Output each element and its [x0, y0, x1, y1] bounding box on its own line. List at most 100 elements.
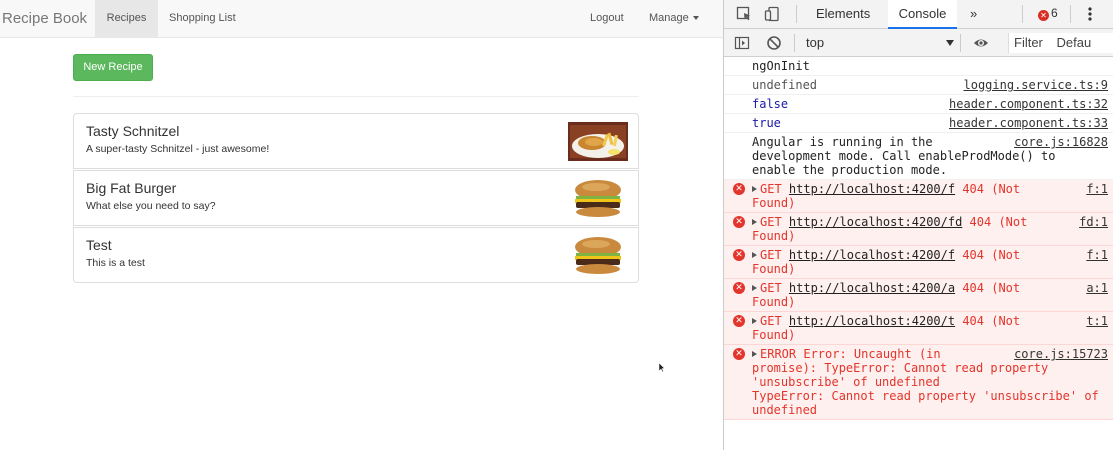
- request-url-link[interactable]: http://localhost:4200/fd: [789, 215, 962, 229]
- console-error-message: ✕ GET http://localhost:4200/f 404 (Not Fo…: [724, 246, 1113, 279]
- toolbar-divider: [1070, 5, 1071, 23]
- console-output[interactable]: ngOnInit undefined logging.service.ts:9 fal…: [724, 57, 1113, 450]
- request-url-link[interactable]: http://localhost:4200/f: [789, 182, 955, 196]
- show-sidebar-icon[interactable]: [734, 35, 750, 51]
- device-toolbar-icon[interactable]: [764, 6, 780, 22]
- kebab-menu-icon[interactable]: [1088, 6, 1092, 22]
- console-error-message: ✕ GET http://localhost:4200/t 404 (Not Fo…: [724, 312, 1113, 345]
- console-message-text: GET http://localhost:4200/f 404 (Not Fou…: [752, 248, 1108, 276]
- more-tabs-button[interactable]: »: [970, 0, 977, 29]
- console-message-text: GET http://localhost:4200/a 404 (Not Fou…: [752, 281, 1108, 309]
- devtools-panel: Elements Console » ✕ 6 top Filter Defau …: [723, 0, 1113, 450]
- console-message-text: GET http://localhost:4200/fd 404 (Not Fo…: [752, 215, 1108, 243]
- context-select[interactable]: top: [806, 35, 954, 51]
- source-link[interactable]: a:1: [1086, 281, 1108, 295]
- expand-triangle-icon[interactable]: [752, 186, 757, 192]
- toolbar-divider: [794, 34, 795, 52]
- console-log-message: true header.component.ts:33: [724, 114, 1113, 133]
- divider: [73, 96, 639, 97]
- brand[interactable]: Recipe Book: [2, 10, 87, 27]
- expand-triangle-icon[interactable]: [752, 252, 757, 258]
- new-recipe-button[interactable]: New Recipe: [73, 54, 153, 81]
- toolbar-divider: [796, 5, 797, 23]
- console-error-message: ✕ GET http://localhost:4200/a 404 (Not Fo…: [724, 279, 1113, 312]
- request-url-link[interactable]: http://localhost:4200/a: [789, 281, 955, 295]
- expand-triangle-icon[interactable]: [752, 219, 757, 225]
- expand-triangle-icon[interactable]: [752, 318, 757, 324]
- recipe-item[interactable]: Big Fat Burger What else you need to say…: [73, 170, 639, 226]
- nav-manage-label: Manage: [649, 12, 689, 24]
- console-log-message: Angular is running in the development mo…: [724, 133, 1113, 180]
- filter-input[interactable]: Filter Defau: [1008, 33, 1113, 53]
- error-count: 6: [1051, 6, 1058, 20]
- console-message-text: GET http://localhost:4200/t 404 (Not Fou…: [752, 314, 1108, 342]
- caret-down-icon: [692, 16, 699, 21]
- console-log-message: undefined logging.service.ts:9: [724, 76, 1113, 95]
- recipe-description: What else you need to say?: [86, 200, 216, 212]
- error-icon: ✕: [733, 282, 745, 294]
- recipe-title: Tasty Schnitzel: [86, 123, 180, 139]
- nav-shopping-list[interactable]: Shopping List: [169, 0, 236, 37]
- nav-logout[interactable]: Logout: [590, 0, 624, 37]
- source-link[interactable]: core.js:15723: [1014, 347, 1108, 361]
- expand-triangle-icon[interactable]: [752, 285, 757, 291]
- eye-icon[interactable]: [973, 35, 989, 51]
- toolbar-divider: [960, 34, 961, 52]
- console-log-message: false header.component.ts:32: [724, 95, 1113, 114]
- source-link[interactable]: logging.service.ts:9: [964, 78, 1109, 92]
- navbar: Recipe Book Recipes Shopping List Logout…: [0, 0, 723, 38]
- recipe-item[interactable]: Tasty Schnitzel A super-tasty Schnitzel …: [73, 113, 639, 169]
- console-error-message: ✕ GET http://localhost:4200/f 404 (Not Fo…: [724, 180, 1113, 213]
- console-log-message: ngOnInit: [724, 57, 1113, 76]
- devtools-tabbar: Elements Console » ✕ 6: [724, 0, 1113, 29]
- error-icon: ✕: [733, 216, 745, 228]
- app-viewport: Recipe Book Recipes Shopping List Logout…: [0, 0, 723, 450]
- console-toolbar: top Filter Defau: [724, 29, 1113, 57]
- nav-recipes[interactable]: Recipes: [95, 0, 158, 37]
- tab-elements[interactable]: Elements: [816, 0, 870, 29]
- recipe-description: This is a test: [86, 257, 145, 269]
- error-count-badge[interactable]: ✕ 6: [1038, 6, 1058, 22]
- burger-image: [575, 237, 621, 274]
- recipe-description: A super-tasty Schnitzel - just awesome!: [86, 143, 270, 155]
- recipe-title: Test: [86, 237, 112, 253]
- error-icon: ✕: [733, 183, 745, 195]
- error-icon: ✕: [733, 348, 745, 360]
- inspect-element-icon[interactable]: [736, 6, 752, 22]
- source-link[interactable]: f:1: [1086, 182, 1108, 196]
- source-link[interactable]: header.component.ts:33: [949, 116, 1108, 130]
- source-link[interactable]: t:1: [1086, 314, 1108, 328]
- burger-image: [575, 180, 621, 217]
- log-levels-select[interactable]: Defau: [1057, 35, 1092, 50]
- recipe-item[interactable]: Test This is a test: [73, 227, 639, 283]
- tab-console[interactable]: Console: [888, 0, 957, 29]
- context-value: top: [806, 35, 825, 50]
- error-icon: ✕: [1038, 10, 1049, 21]
- request-method: GET: [760, 182, 782, 196]
- filter-placeholder: Filter: [1014, 35, 1043, 50]
- schnitzel-image: [568, 122, 628, 161]
- request-method: GET: [760, 215, 782, 229]
- console-message-text: ngOnInit: [752, 59, 810, 73]
- clear-console-icon[interactable]: [766, 35, 782, 51]
- source-link[interactable]: f:1: [1086, 248, 1108, 262]
- console-error-message: ✕ GET http://localhost:4200/fd 404 (Not F…: [724, 213, 1113, 246]
- error-icon: ✕: [733, 315, 745, 327]
- source-link[interactable]: fd:1: [1079, 215, 1108, 229]
- console-message-text: GET http://localhost:4200/f 404 (Not Fou…: [752, 182, 1108, 210]
- error-icon: ✕: [733, 249, 745, 261]
- caret-down-icon: [946, 40, 954, 46]
- source-link[interactable]: header.component.ts:32: [949, 97, 1108, 111]
- request-method: GET: [760, 314, 782, 328]
- recipe-title: Big Fat Burger: [86, 180, 177, 196]
- expand-triangle-icon[interactable]: [752, 351, 757, 357]
- source-link[interactable]: core.js:16828: [1014, 135, 1108, 149]
- request-url-link[interactable]: http://localhost:4200/f: [789, 248, 955, 262]
- nav-manage-dropdown[interactable]: Manage: [649, 0, 699, 37]
- console-error-message: ✕ ERROR Error: Uncaught (in promise): Typ…: [724, 345, 1113, 420]
- mouse-cursor-icon: [659, 363, 665, 373]
- toolbar-divider: [1022, 5, 1023, 23]
- request-method: GET: [760, 248, 782, 262]
- request-method: GET: [760, 281, 782, 295]
- request-url-link[interactable]: http://localhost:4200/t: [789, 314, 955, 328]
